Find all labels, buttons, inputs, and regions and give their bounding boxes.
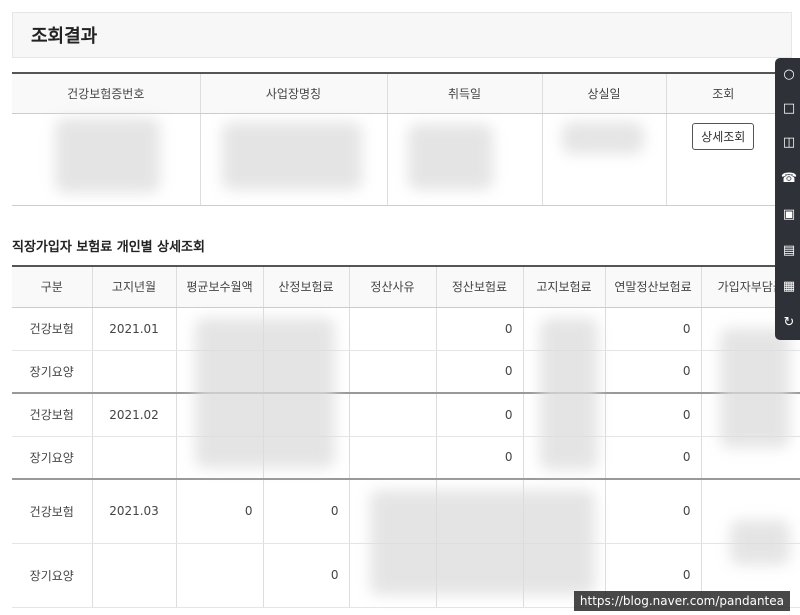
cell-type: 건강보험 xyxy=(12,393,92,437)
col-header-insurance-number: 건강보험증번호 xyxy=(12,73,200,114)
table-row: 장기요양 0 0 xyxy=(12,436,800,480)
redacted-area xyxy=(370,490,595,595)
cell-yearend-premium: 0 xyxy=(604,350,701,394)
col-header-loss-date: 상실일 xyxy=(541,73,666,114)
col-header-avg-salary: 평균보수월액 xyxy=(175,266,263,308)
col-header-notice-premium: 고지보험료 xyxy=(522,266,605,308)
col-header-workplace-name: 사업장명칭 xyxy=(199,73,387,114)
result-header: 조회결과 xyxy=(12,12,792,58)
table-row: 건강보험 2021.01 0 0 xyxy=(12,307,800,351)
cell-settle-premium: 0 xyxy=(435,393,523,437)
redacted-area xyxy=(408,124,493,190)
cell-type: 건강보험 xyxy=(12,479,92,544)
monitor-icon[interactable]: ◫ xyxy=(780,134,798,152)
refresh-icon[interactable]: ↻ xyxy=(780,314,798,332)
cell-settle-reason xyxy=(348,393,436,437)
table-row: 장기요양 0 0 xyxy=(12,350,800,394)
redacted-area xyxy=(562,122,644,154)
person-icon[interactable]: ○ xyxy=(780,66,798,84)
cell-inquiry: 상세조회 xyxy=(665,113,780,159)
cell-settle-premium: 0 xyxy=(435,350,523,394)
cell-avg-salary: 0 xyxy=(175,479,263,544)
cell-month xyxy=(91,543,176,608)
cell-calc-premium: 0 xyxy=(262,543,349,608)
redacted-area xyxy=(730,520,790,565)
cell-type: 장기요양 xyxy=(12,543,92,608)
cell-yearend-premium: 0 xyxy=(604,393,701,437)
detail-inquiry-button[interactable]: 상세조회 xyxy=(692,122,755,150)
result-title: 조회결과 xyxy=(31,26,98,47)
cell-settle-premium: 0 xyxy=(435,307,523,351)
cell-yearend-premium: 0 xyxy=(604,436,701,480)
col-header-settle-reason: 정산사유 xyxy=(348,266,436,308)
table-row: 건강보험 2021.02 0 0 xyxy=(12,393,800,437)
col-header-inquiry: 조회 xyxy=(665,73,780,114)
col-header-yearend-premium: 연말정산보험료 xyxy=(604,266,701,308)
redacted-area xyxy=(195,318,335,468)
cell-settle-reason xyxy=(348,307,436,351)
cell-month: 2021.01 xyxy=(91,307,176,351)
cell-yearend-premium: 0 xyxy=(604,479,701,544)
cell-avg-salary xyxy=(175,543,263,608)
col-header-notice-month: 고지년월 xyxy=(91,266,176,308)
cell-settle-reason xyxy=(348,436,436,480)
cell-settle-premium: 0 xyxy=(435,436,523,480)
document-icon[interactable]: □ xyxy=(780,100,798,118)
phone-icon[interactable]: ☎ xyxy=(780,170,798,188)
lock-icon[interactable]: ▣ xyxy=(780,206,798,224)
col-header-acquisition-date: 취득일 xyxy=(386,73,542,114)
col-header-settle-premium: 정산보험료 xyxy=(435,266,523,308)
cell-type: 장기요양 xyxy=(12,350,92,394)
redacted-area xyxy=(540,318,598,470)
cell-month: 2021.02 xyxy=(91,393,176,437)
list-icon[interactable]: ▤ xyxy=(780,242,798,260)
watermark: https://blog.naver.com/pandantea xyxy=(573,591,790,611)
cell-month xyxy=(91,350,176,394)
print-icon[interactable]: ▦ xyxy=(780,278,798,296)
col-header-calc-premium: 산정보험료 xyxy=(262,266,349,308)
section-title: 직장가입자 보험료 개인별 상세조회 xyxy=(12,240,205,255)
redacted-area xyxy=(222,122,362,190)
cell-month: 2021.03 xyxy=(91,479,176,544)
cell-type: 장기요양 xyxy=(12,436,92,480)
col-header-type: 구분 xyxy=(12,266,92,308)
cell-calc-premium: 0 xyxy=(262,479,349,544)
cell-type: 건강보험 xyxy=(12,307,92,351)
redacted-area xyxy=(55,118,160,193)
redacted-area xyxy=(720,328,790,448)
cell-settle-reason xyxy=(348,350,436,394)
cell-month xyxy=(91,436,176,480)
cell-yearend-premium: 0 xyxy=(604,307,701,351)
